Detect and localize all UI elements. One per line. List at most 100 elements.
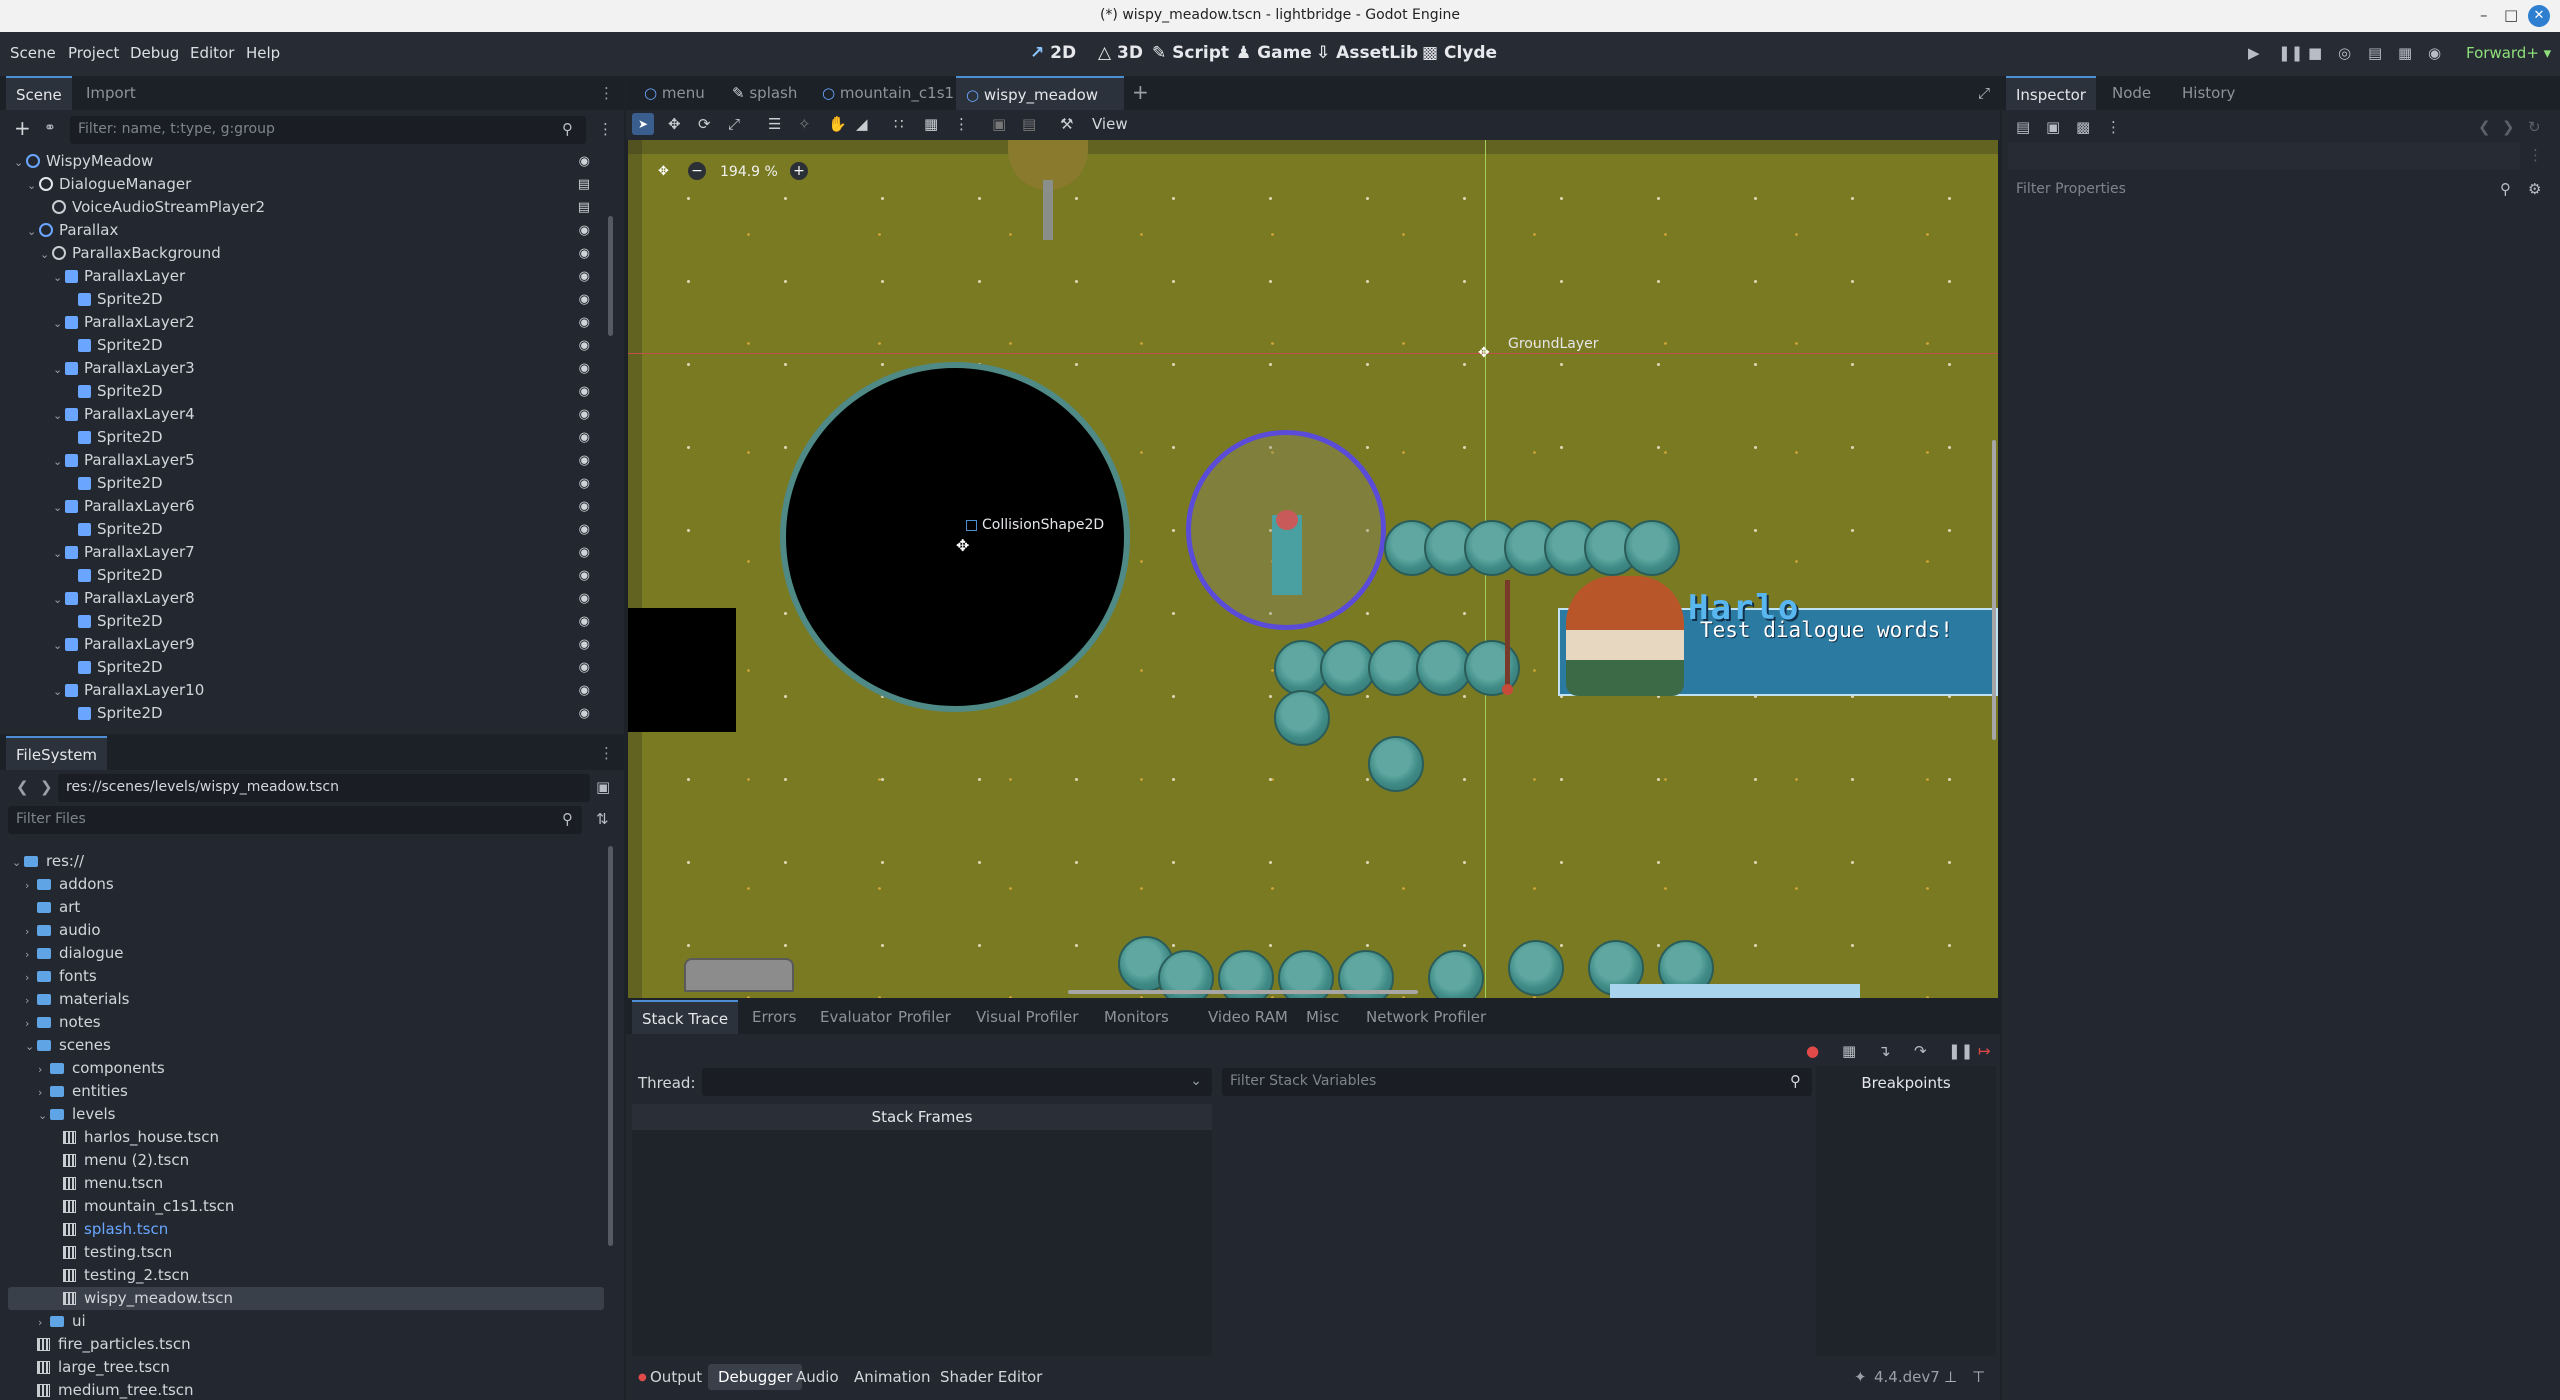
zoom-out-icon[interactable]: − bbox=[688, 162, 706, 180]
tab-node[interactable]: Node bbox=[2102, 76, 2161, 110]
scene-tree-node[interactable]: VoiceAudioStreamPlayer2 ▤ bbox=[0, 196, 604, 219]
movie-maker-icon[interactable]: ◉ bbox=[2428, 44, 2441, 62]
script-icon[interactable]: ▤ bbox=[578, 196, 590, 219]
pan-tool-icon[interactable]: ✋ bbox=[828, 115, 847, 133]
tab-scene-wispy[interactable]: ○ wispy_meadow ✕ bbox=[956, 76, 1124, 138]
folder-item[interactable]: › materials bbox=[8, 988, 604, 1011]
visibility-eye-icon[interactable]: ◉ bbox=[579, 541, 590, 564]
canvas-viewport[interactable]: ✥ − 194.9 % + ✥ CollisionShape2D ✥ Groun… bbox=[628, 140, 1998, 998]
scene-tree-node[interactable]: ⌄ Parallax ◉ bbox=[0, 219, 604, 242]
tab-scene-menu[interactable]: ○ menu bbox=[634, 76, 715, 110]
mode-script-button[interactable]: ✎ Script bbox=[1152, 43, 1229, 63]
visibility-eye-icon[interactable]: ◉ bbox=[579, 334, 590, 357]
folder-item[interactable]: › audio bbox=[8, 919, 604, 942]
chevron-down-icon[interactable]: ⌄ bbox=[53, 450, 65, 473]
dock-menu-icon[interactable]: ⋮ bbox=[599, 84, 614, 102]
chevron-right-icon[interactable]: › bbox=[25, 874, 37, 897]
chevron-right-icon[interactable]: › bbox=[38, 1311, 50, 1334]
file-item[interactable]: splash.tscn bbox=[8, 1218, 604, 1241]
chevron-down-icon[interactable]: ⌄ bbox=[38, 1104, 50, 1127]
renderer-select[interactable]: Forward+ ▾ bbox=[2466, 44, 2551, 62]
mode-assetlib-button[interactable]: ⇩ AssetLib bbox=[1316, 43, 1418, 63]
smart-snap-icon[interactable]: ∷ bbox=[894, 115, 904, 133]
add-node-icon[interactable]: + bbox=[14, 116, 31, 140]
inspector-settings-icon[interactable]: ⚙ bbox=[2528, 180, 2541, 198]
scene-tree-node[interactable]: ⌄ ParallaxBackground ◉ bbox=[0, 242, 604, 265]
expand-panel-icon[interactable]: ⊤ bbox=[1972, 1368, 1985, 1386]
debugger-tab[interactable]: Monitors bbox=[1094, 1000, 1179, 1034]
stop-icon[interactable]: ■ bbox=[2308, 44, 2322, 62]
visibility-eye-icon[interactable]: ◉ bbox=[579, 587, 590, 610]
debugger-tab[interactable]: Misc bbox=[1296, 1000, 1349, 1034]
mode-clyde-button[interactable]: ▩ Clyde bbox=[1422, 43, 1497, 63]
chevron-down-icon[interactable]: ⌄ bbox=[25, 1035, 37, 1058]
scene-tree-node[interactable]: Sprite2D ◉ bbox=[0, 610, 604, 633]
zoom-level[interactable]: 194.9 % bbox=[720, 164, 778, 180]
chevron-down-icon[interactable]: ⌄ bbox=[53, 312, 65, 335]
scene-tree-node[interactable]: Sprite2D ◉ bbox=[0, 656, 604, 679]
link-icon[interactable]: ⚭ bbox=[44, 120, 56, 136]
scene-tree-node[interactable]: Sprite2D ◉ bbox=[0, 518, 604, 541]
play-icon[interactable]: ▶ bbox=[2248, 44, 2260, 62]
pivot-tool-icon[interactable]: ✧ bbox=[798, 115, 811, 133]
filesystem-scrollbar[interactable] bbox=[608, 846, 613, 1246]
debugger-tab[interactable]: Stack Trace bbox=[632, 1000, 739, 1034]
folder-item[interactable]: › entities bbox=[8, 1080, 604, 1103]
scene-tree-node[interactable]: Sprite2D ◉ bbox=[0, 472, 604, 495]
snap-options-icon[interactable]: ⋮ bbox=[954, 115, 969, 133]
chevron-down-icon[interactable]: ⌄ bbox=[27, 174, 39, 197]
collision-circle[interactable] bbox=[780, 362, 1130, 712]
folder-item[interactable]: › notes bbox=[8, 1011, 604, 1034]
zoom-in-icon[interactable]: + bbox=[790, 162, 808, 180]
debugger-tab[interactable]: Profiler bbox=[888, 1000, 961, 1034]
debugger-tab[interactable]: Errors bbox=[742, 1000, 806, 1034]
chevron-down-icon[interactable]: ⌄ bbox=[53, 404, 65, 427]
menu-editor[interactable]: Editor bbox=[190, 44, 234, 62]
scene-tree-node[interactable]: Sprite2D ◉ bbox=[0, 288, 604, 311]
scene-tree-node[interactable]: ⌄ ParallaxLayer8 ◉ bbox=[0, 587, 604, 610]
forward-icon[interactable]: ❯ bbox=[40, 778, 53, 796]
group-icon[interactable]: ▤ bbox=[1022, 115, 1036, 133]
viewport-vscrollbar[interactable] bbox=[1992, 440, 1996, 740]
chevron-right-icon[interactable]: › bbox=[25, 966, 37, 989]
scene-tree-node[interactable]: ⌄ ParallaxLayer9 ◉ bbox=[0, 633, 604, 656]
scene-tree-node[interactable]: Sprite2D ◉ bbox=[0, 380, 604, 403]
back-icon[interactable]: ❮ bbox=[16, 778, 29, 796]
folder-item[interactable]: › ui bbox=[8, 1310, 604, 1333]
tab-scene[interactable]: Scene bbox=[6, 76, 72, 110]
viewport-hscrollbar[interactable] bbox=[1068, 990, 1418, 994]
scene-tree-node[interactable]: ⌄ ParallaxLayer2 ◉ bbox=[0, 311, 604, 334]
thread-select[interactable]: ⌄ bbox=[702, 1068, 1212, 1096]
sort-icon[interactable]: ⇅ bbox=[596, 810, 609, 828]
visibility-eye-icon[interactable]: ◉ bbox=[579, 495, 590, 518]
bottom-tab-audio[interactable]: Audio bbox=[796, 1368, 839, 1386]
folder-item[interactable]: › fonts bbox=[8, 965, 604, 988]
scene-tree-node[interactable]: Sprite2D ◉ bbox=[0, 702, 604, 725]
scene-tree-node[interactable]: ⌄ ParallaxLayer5 ◉ bbox=[0, 449, 604, 472]
new-scene-tab-icon[interactable]: + bbox=[1132, 80, 1149, 104]
inspector-menu-icon[interactable]: ⋮ bbox=[2106, 118, 2121, 136]
visibility-eye-icon[interactable]: ◉ bbox=[579, 656, 590, 679]
record-icon[interactable]: ● bbox=[1806, 1042, 1819, 1060]
file-item[interactable]: medium_tree.tscn bbox=[8, 1379, 604, 1400]
scene-tree-scrollbar[interactable] bbox=[608, 216, 613, 336]
mode-2d-button[interactable]: ↗ 2D bbox=[1030, 43, 1076, 63]
grid-snap-icon[interactable]: ▦ bbox=[924, 115, 938, 133]
copy-icon[interactable]: ▦ bbox=[1842, 1042, 1856, 1060]
play-custom-icon[interactable]: ▦ bbox=[2398, 44, 2412, 62]
chevron-down-icon[interactable]: ⌄ bbox=[12, 851, 24, 874]
chevron-right-icon[interactable]: › bbox=[25, 1012, 37, 1035]
visibility-eye-icon[interactable]: ◉ bbox=[579, 564, 590, 587]
tab-inspector[interactable]: Inspector bbox=[2006, 76, 2096, 110]
folder-item[interactable]: › components bbox=[8, 1057, 604, 1080]
rotate-tool-icon[interactable]: ⟳ bbox=[698, 115, 711, 133]
file-item[interactable]: menu (2).tscn bbox=[8, 1149, 604, 1172]
visibility-eye-icon[interactable]: ◉ bbox=[579, 702, 590, 725]
folder-item[interactable]: ⌄ scenes bbox=[8, 1034, 604, 1057]
chevron-down-icon[interactable]: ⌄ bbox=[53, 680, 65, 703]
file-item[interactable]: wispy_meadow.tscn bbox=[8, 1287, 604, 1310]
visibility-eye-icon[interactable]: ◉ bbox=[579, 426, 590, 449]
chevron-right-icon[interactable]: › bbox=[38, 1081, 50, 1104]
chevron-down-icon[interactable]: ⌄ bbox=[53, 266, 65, 289]
chevron-right-icon[interactable]: › bbox=[25, 989, 37, 1012]
